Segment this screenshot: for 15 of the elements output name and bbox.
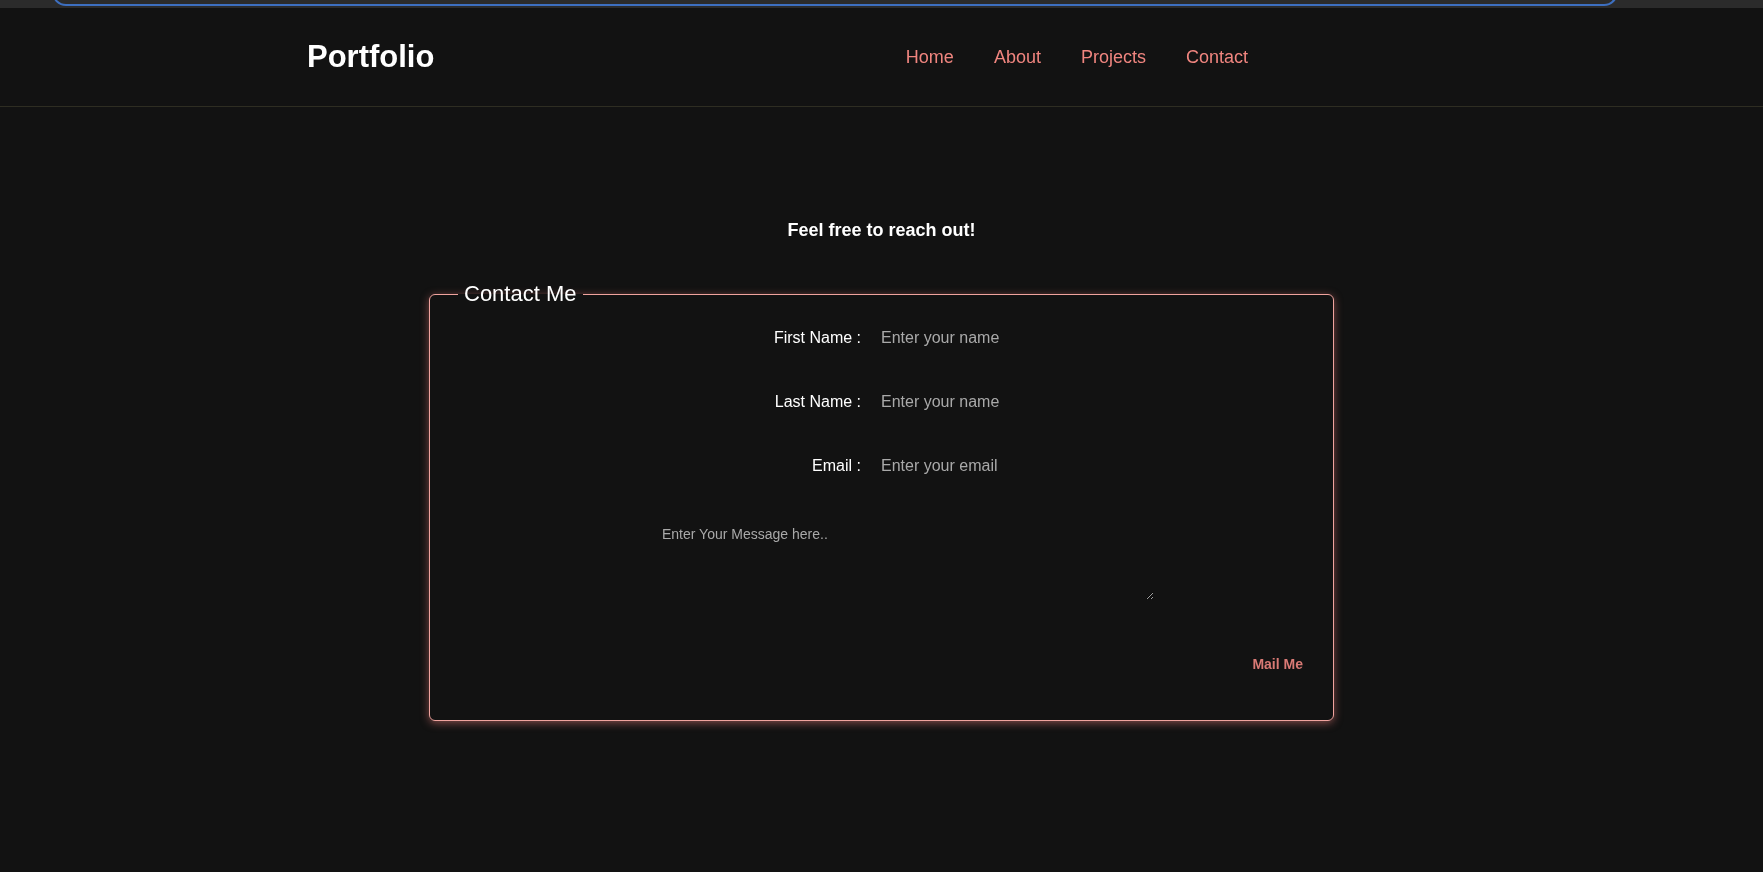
input-field[interactable]: Enter your email (881, 455, 1181, 477)
mail-me-button[interactable]: Mail Me (1250, 652, 1305, 676)
nav-link[interactable]: Home (905, 46, 954, 68)
intro-heading: Feel free to reach out! (787, 220, 976, 241)
field-label: Last Name : (773, 393, 862, 411)
form-legend: Contact Me (458, 281, 583, 307)
logo[interactable]: Portfolio (307, 39, 435, 75)
nav-link[interactable]: About (993, 46, 1041, 68)
input-field[interactable]: Enter your name (881, 327, 1181, 349)
field-label: First Name : (772, 329, 862, 347)
input-field[interactable]: Enter your name (881, 391, 1181, 413)
nav-link[interactable]: Contact (1185, 46, 1248, 68)
field-label: Email : (811, 457, 862, 475)
message-field[interactable]: Enter Your Message here.. (654, 522, 1154, 600)
nav-link[interactable]: Projects (1080, 46, 1146, 68)
